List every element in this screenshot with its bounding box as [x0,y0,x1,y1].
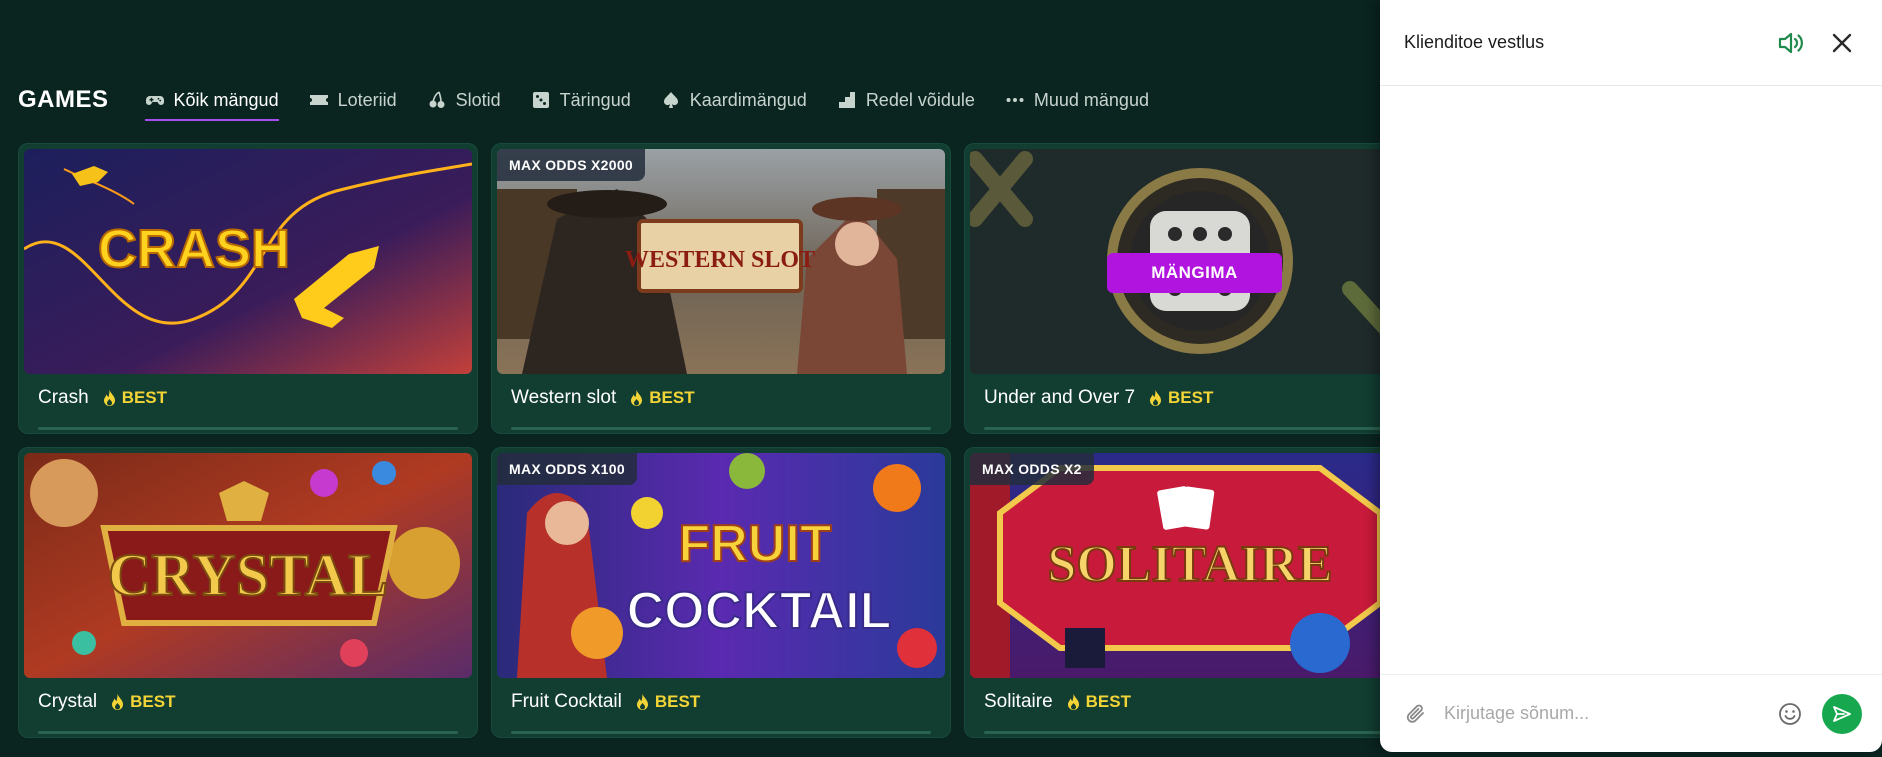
max-odds-badge: MAX ODDS X100 [497,453,637,485]
max-odds-badge: MAX ODDS X2000 [497,149,646,181]
tab-label: Täringud [559,89,631,110]
game-card-footer: Under and Over 7 BEST [970,374,1418,422]
game-card-fruit-cocktail[interactable]: FRUIT COCKTAIL MAX ODDS X100 Fruit Cockt… [491,447,951,738]
games-tabs: Kõik mängud Loteriid Slotid Täringud Kaa… [144,81,1149,121]
best-badge: BEST [630,388,695,408]
tab-label: Slotid [455,89,501,110]
game-thumbnail[interactable]: SOLITAIRE MAX ODDS X2 [970,453,1418,678]
flame-icon [631,389,643,406]
tab-other-games[interactable]: Muud mängud [1005,81,1149,119]
crystal-art-text: CRYSTAL [108,542,388,608]
fruit-art-text-1: FRUIT [678,515,831,573]
tab-ladder[interactable]: Redel võidule [837,81,975,119]
game-thumbnail[interactable]: WESTERN SLOT MAX ODDS X2000 [497,149,945,374]
paperclip-icon [1406,704,1424,723]
support-chat-panel: Klienditoe vestlus [1380,0,1882,752]
game-thumbnail[interactable]: MÄNGIMA [970,149,1418,374]
game-thumbnail[interactable]: CRYSTAL [24,453,472,678]
best-badge: BEST [111,692,175,712]
game-card-footer: Solitaire BEST [970,678,1418,726]
card-accent-bar [511,427,931,430]
tab-label: Kõik mängud [173,89,279,110]
chat-header: Klienditoe vestlus [1380,0,1882,86]
tab-slots[interactable]: Slotid [427,81,501,119]
game-title: Fruit Cocktail [511,691,622,712]
smiley-icon [1779,702,1801,725]
tab-label: Loteriid [337,89,397,110]
best-badge: BEST [103,388,167,408]
flame-icon [112,693,124,710]
ticket-icon [309,90,329,110]
best-label: BEST [654,692,701,711]
game-title: Under and Over 7 [984,387,1136,408]
fruit-art-text-2: COCKTAIL [627,582,892,640]
flame-icon [103,389,115,406]
message-input[interactable] [1444,703,1756,724]
tab-label: Redel võidule [865,89,975,110]
flame-icon [636,693,648,710]
game-title: Crash [38,387,89,408]
more-dots-icon [1005,90,1025,110]
game-thumbnail[interactable]: FRUIT COCKTAIL MAX ODDS X100 [497,453,945,678]
games-grid: CRASH Crash BEST WESTERN SLOT MAX ODDS X… [18,143,1424,738]
best-label: BEST [121,388,168,407]
attach-button[interactable] [1400,698,1432,730]
chat-title: Klienditoe vestlus [1404,32,1545,52]
card-accent-bar [984,427,1404,430]
card-accent-bar [38,427,458,430]
gamepad-icon [145,90,165,110]
best-label: BEST [1168,388,1214,407]
close-chat-button[interactable] [1826,27,1858,59]
spade-icon [661,90,681,110]
emoji-button[interactable] [1774,698,1806,730]
western-art-text: WESTERN SLOT [625,247,815,273]
games-title: GAMES [18,86,109,113]
game-card-crystal[interactable]: CRYSTAL Crystal BEST [18,447,478,738]
play-button[interactable]: MÄNGIMA [1107,253,1282,293]
close-icon [1832,33,1852,52]
best-label: BEST [649,388,695,407]
tab-dice[interactable]: Täringud [531,81,631,119]
tab-card-games[interactable]: Kaardimängud [661,81,807,119]
best-badge: BEST [1067,692,1131,712]
best-badge: BEST [1149,388,1213,408]
game-thumbnail[interactable]: CRASH [24,149,472,374]
card-accent-bar [984,731,1404,734]
flame-icon [1150,389,1162,406]
game-card-under-over-7[interactable]: MÄNGIMA Under and Over 7 BEST [964,143,1424,434]
game-card-footer: Crystal BEST [24,678,472,726]
send-icon [1833,705,1851,722]
speaker-icon [1778,32,1803,53]
game-card-footer: Fruit Cocktail BEST [497,678,945,726]
game-card-footer: Western slot BEST [497,374,945,422]
game-card-solitaire[interactable]: SOLITAIRE MAX ODDS X2 Solitaire BEST [964,447,1424,738]
tab-label: Kaardimängud [689,89,807,110]
best-label: BEST [1085,692,1131,711]
tab-label: Muud mängud [1033,89,1149,110]
game-title: Solitaire [984,691,1053,712]
tab-lotteries[interactable]: Loteriid [309,81,397,119]
flame-icon [1067,693,1079,710]
send-message-button[interactable] [1822,693,1862,734]
card-accent-bar [38,731,458,734]
best-label: BEST [130,692,176,711]
games-header: GAMES Kõik mängud Loteriid Slotid Täring… [18,80,1149,121]
tab-all-games[interactable]: Kõik mängud [144,81,279,121]
game-card-footer: Crash BEST [24,374,472,422]
card-accent-bar [511,731,931,734]
game-title: Crystal [38,691,98,712]
cherries-icon [427,90,447,110]
dice-icon [531,90,551,110]
solitaire-art-text: SOLITAIRE [1047,536,1332,593]
best-badge: BEST [636,692,700,712]
sound-toggle-button[interactable] [1776,27,1808,59]
game-card-western-slot[interactable]: WESTERN SLOT MAX ODDS X2000 Western slot… [491,143,951,434]
game-title: Western slot [511,387,617,408]
crash-art-text: CRASH [98,219,290,279]
chat-composer [1380,674,1882,752]
max-odds-badge: MAX ODDS X2 [970,453,1094,485]
chat-messages-area [1380,86,1882,672]
ladder-icon [837,90,857,110]
game-card-crash[interactable]: CRASH Crash BEST [18,143,478,434]
